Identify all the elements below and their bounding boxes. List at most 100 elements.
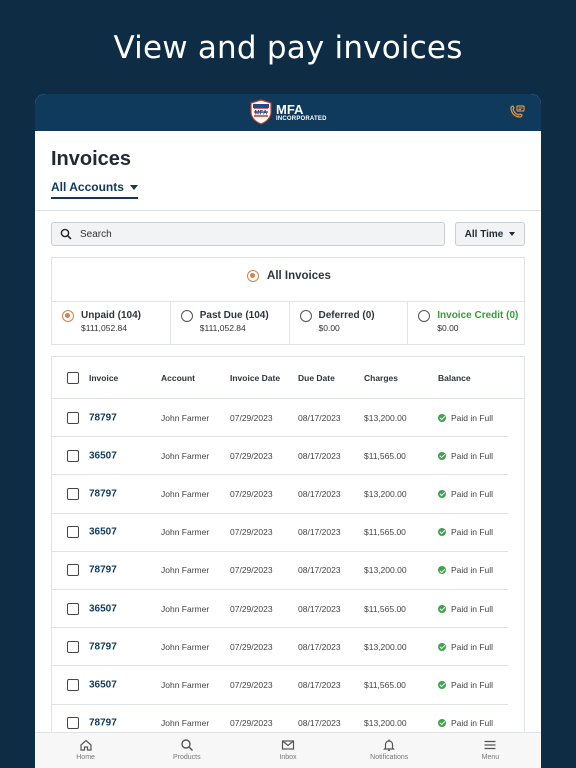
invoice-date-cell: 07/29/2023 bbox=[230, 527, 273, 538]
shield-logo-icon: MFA bbox=[250, 99, 272, 125]
table-row[interactable]: 36507 John Farmer 07/29/2023 08/17/2023 $11,… bbox=[52, 437, 508, 476]
invoice-status-filter: All Invoices Unpaid (104) $111,052.84 Pas… bbox=[51, 257, 526, 345]
balance-cell: Paid in Full bbox=[438, 718, 493, 728]
segment-invoice-credit[interactable]: Invoice Credit (0) $0.00 bbox=[408, 302, 526, 345]
menu-icon bbox=[484, 740, 496, 750]
radio-icon bbox=[180, 310, 193, 322]
balance-cell: Paid in Full bbox=[438, 642, 493, 652]
table-row[interactable]: 78797 John Farmer 07/29/2023 08/17/2023 $13,… bbox=[52, 475, 508, 514]
balance-cell: Paid in Full bbox=[438, 451, 493, 461]
charges-cell: $11,565.00 bbox=[364, 603, 406, 614]
due-date-cell: 08/17/2023 bbox=[298, 412, 341, 423]
account-cell: John Farmer bbox=[161, 565, 210, 576]
caret-down-icon bbox=[129, 184, 138, 190]
table-row[interactable]: 78797 John Farmer 07/29/2023 08/17/2023 $13,… bbox=[52, 552, 508, 590]
nav-home[interactable]: Home bbox=[35, 733, 136, 768]
check-circle-icon bbox=[438, 489, 446, 498]
nav-inbox[interactable]: Inbox bbox=[237, 733, 338, 768]
invoice-number-link[interactable]: 78797 bbox=[89, 488, 117, 499]
due-date-cell: 08/17/2023 bbox=[298, 718, 341, 729]
invoice-date-cell: 07/29/2023 bbox=[230, 603, 273, 614]
segment-deferred[interactable]: Deferred (0) $0.00 bbox=[290, 302, 409, 345]
segment-label: Past Due (104) bbox=[199, 310, 269, 321]
segment-label: Deferred (0) bbox=[318, 310, 375, 321]
charges-cell: $13,200.00 bbox=[364, 718, 407, 729]
bottom-nav: Home Products Inbox Notifications Menu bbox=[35, 732, 541, 768]
contact-phone-icon[interactable] bbox=[509, 104, 525, 120]
select-all-checkbox[interactable] bbox=[67, 371, 79, 384]
invoice-number-link[interactable]: 36507 bbox=[89, 527, 117, 538]
divider bbox=[35, 210, 541, 211]
account-cell: John Farmer bbox=[161, 603, 210, 614]
charges-cell: $11,565.00 bbox=[364, 679, 406, 690]
nav-label: Home bbox=[76, 754, 95, 761]
header-invoice-date: Invoice Date bbox=[230, 372, 281, 383]
caret-down-icon bbox=[509, 232, 516, 236]
invoice-number-link[interactable]: 36507 bbox=[89, 679, 117, 690]
nav-products[interactable]: Products bbox=[136, 733, 237, 768]
radio-selected-icon bbox=[247, 270, 260, 282]
account-cell: John Farmer bbox=[161, 679, 210, 690]
invoice-number-link[interactable]: 78797 bbox=[89, 565, 117, 576]
promo-headline: View and pay invoices bbox=[113, 30, 463, 66]
due-date-cell: 08/17/2023 bbox=[298, 679, 341, 690]
invoice-date-cell: 07/29/2023 bbox=[230, 412, 273, 423]
segment-amount: $0.00 bbox=[318, 323, 340, 333]
search-input[interactable]: Search bbox=[51, 222, 445, 246]
balance-cell: Paid in Full bbox=[438, 565, 493, 575]
nav-label: Menu bbox=[481, 754, 500, 761]
time-filter-label: All Time bbox=[464, 228, 504, 240]
segment-amount: $0.00 bbox=[437, 323, 459, 333]
row-checkbox[interactable] bbox=[67, 602, 79, 615]
nav-notifications[interactable]: Notifications bbox=[339, 733, 440, 768]
header-account: Account bbox=[161, 372, 195, 383]
account-filter-dropdown[interactable]: All Accounts bbox=[51, 180, 138, 199]
row-checkbox[interactable] bbox=[67, 678, 79, 691]
segment-unpaid[interactable]: Unpaid (104) $111,052.84 bbox=[52, 302, 171, 345]
invoice-number-link[interactable]: 36507 bbox=[89, 603, 117, 614]
page-title: Invoices bbox=[51, 148, 132, 170]
charges-cell: $13,200.00 bbox=[364, 565, 407, 576]
app-screen: MFA MFA INCORPORATED Invoices All Accoun… bbox=[35, 94, 541, 768]
balance-status: Paid in Full bbox=[451, 527, 494, 538]
charges-cell: $11,565.00 bbox=[364, 527, 406, 538]
invoice-number-link[interactable]: 78797 bbox=[89, 412, 117, 423]
table-row[interactable]: 36507 John Farmer 07/29/2023 08/17/2023 $11,… bbox=[52, 514, 508, 552]
all-invoices-option[interactable]: All Invoices bbox=[52, 270, 526, 282]
table-row[interactable]: 78797 John Farmer 07/29/2023 08/17/2023 $13,… bbox=[52, 399, 508, 438]
row-checkbox[interactable] bbox=[67, 411, 79, 424]
due-date-cell: 08/17/2023 bbox=[298, 641, 341, 652]
check-circle-icon bbox=[438, 528, 446, 537]
invoice-number-link[interactable]: 36507 bbox=[89, 450, 117, 461]
check-circle-icon bbox=[438, 604, 446, 613]
balance-cell: Paid in Full bbox=[438, 527, 493, 537]
time-filter-dropdown[interactable]: All Time bbox=[455, 222, 525, 246]
row-checkbox[interactable] bbox=[67, 449, 79, 462]
row-checkbox[interactable] bbox=[67, 487, 79, 500]
row-checkbox[interactable] bbox=[67, 564, 79, 577]
account-cell: John Farmer bbox=[161, 527, 210, 538]
table-header: Invoice Account Invoice Date Due Date Ch… bbox=[52, 357, 524, 399]
row-checkbox[interactable] bbox=[67, 640, 79, 653]
header-balance: Balance bbox=[438, 372, 471, 383]
invoice-number-link[interactable]: 78797 bbox=[89, 641, 117, 652]
balance-status: Paid in Full bbox=[451, 412, 494, 423]
brand-logo: MFA MFA INCORPORATED bbox=[249, 99, 327, 125]
segment-past-due[interactable]: Past Due (104) $111,052.84 bbox=[171, 302, 290, 345]
status-segments: Unpaid (104) $111,052.84 Past Due (104) $1… bbox=[52, 301, 526, 345]
account-cell: John Farmer bbox=[161, 718, 210, 729]
table-row[interactable]: 36507 John Farmer 07/29/2023 08/17/2023 $11,… bbox=[52, 666, 508, 705]
row-checkbox[interactable] bbox=[67, 526, 79, 539]
table-row[interactable]: 78797 John Farmer 07/29/2023 08/17/2023 $13,… bbox=[52, 628, 508, 667]
balance-status: Paid in Full bbox=[451, 450, 494, 461]
radio-selected-icon bbox=[62, 310, 74, 322]
nav-menu[interactable]: Menu bbox=[440, 733, 541, 768]
segment-label: Unpaid (104) bbox=[81, 310, 142, 321]
account-cell: John Farmer bbox=[161, 412, 210, 423]
bell-icon bbox=[383, 739, 396, 751]
row-checkbox[interactable] bbox=[67, 717, 79, 730]
search-icon bbox=[181, 739, 193, 752]
table-row[interactable]: 36507 John Farmer 07/29/2023 08/17/2023 $11,… bbox=[52, 590, 508, 629]
invoice-number-link[interactable]: 78797 bbox=[89, 718, 117, 729]
balance-cell: Paid in Full bbox=[438, 604, 493, 614]
